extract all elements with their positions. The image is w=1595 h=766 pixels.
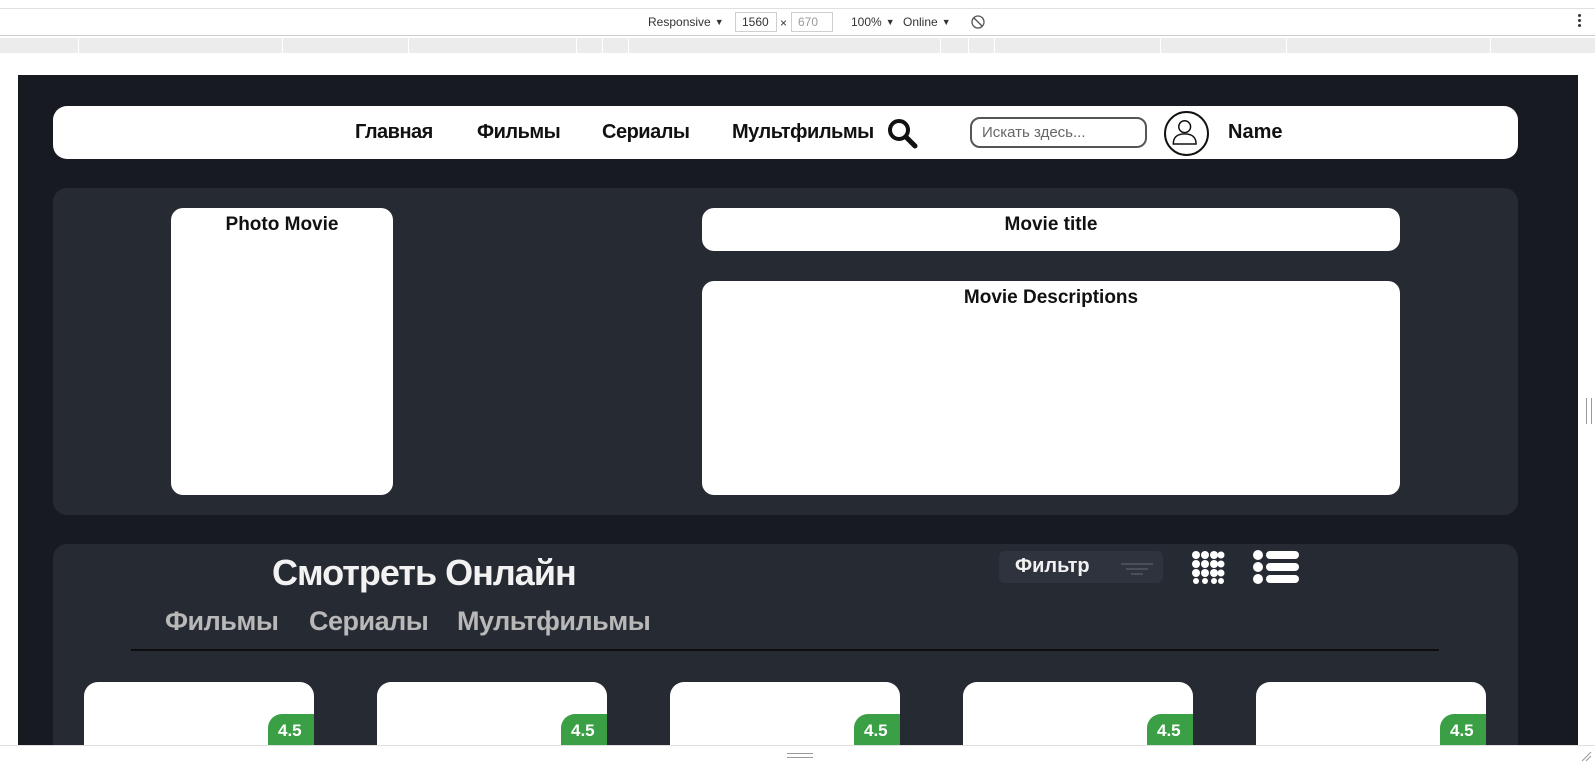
nav-link-cartoons[interactable]: Мультфильмы — [732, 121, 874, 144]
rating-badge: 4.5 — [268, 714, 314, 745]
tab-series[interactable]: Сериалы — [309, 606, 429, 637]
user-icon — [1172, 120, 1197, 145]
movie-card[interactable]: 4.5 — [377, 682, 607, 745]
avatar[interactable] — [1164, 111, 1209, 156]
resize-handle-vertical[interactable] — [1586, 398, 1592, 424]
nav-link-home[interactable]: Главная — [355, 121, 433, 144]
movie-card[interactable]: 4.5 — [963, 682, 1193, 745]
movie-card[interactable]: 4.5 — [1256, 682, 1486, 745]
movie-card[interactable]: 4.5 — [670, 682, 900, 745]
times-separator: × — [780, 16, 788, 30]
chevron-down-icon: ▼ — [714, 17, 724, 27]
network-label: Online — [903, 15, 938, 29]
devtools-toolbar: Responsive ▼ × 100% ▼ Online ▼ — [0, 8, 1595, 36]
list-view-icon[interactable] — [1253, 550, 1299, 584]
section-title: Смотреть Онлайн — [272, 552, 577, 593]
more-options-icon[interactable] — [1578, 14, 1582, 30]
chevron-down-icon: ▼ — [885, 17, 895, 27]
device-select[interactable]: Responsive ▼ — [648, 15, 724, 29]
page-viewport: Главная Фильмы Сериалы Мультфильмы Name … — [18, 75, 1578, 745]
user-name[interactable]: Name — [1228, 121, 1282, 144]
movie-title: Movie title — [702, 208, 1400, 251]
header-nav: Главная Фильмы Сериалы Мультфильмы Name — [53, 106, 1518, 159]
filter-label: Фильтр — [1015, 555, 1090, 577]
grid-view-icon[interactable] — [1191, 550, 1225, 584]
filter-button[interactable]: Фильтр — [999, 551, 1163, 583]
rating-badge: 4.5 — [854, 714, 900, 745]
movie-photo: Photo Movie — [171, 208, 393, 495]
movie-card[interactable]: 4.5 — [84, 682, 314, 745]
device-label: Responsive — [648, 15, 711, 29]
tabs-divider — [131, 649, 1439, 651]
movie-panel: Photo Movie Movie title Movie Descriptio… — [53, 188, 1518, 515]
movie-description: Movie Descriptions — [702, 281, 1400, 495]
nav-link-series[interactable]: Сериалы — [602, 121, 690, 144]
tab-cartoons[interactable]: Мультфильмы — [457, 606, 651, 637]
rating-badge: 4.5 — [1440, 714, 1486, 745]
rating-badge: 4.5 — [561, 714, 607, 745]
nav-link-films[interactable]: Фильмы — [477, 121, 561, 144]
filter-icon — [1121, 563, 1153, 575]
media-query-ruler — [0, 38, 1595, 53]
resize-corner-icon[interactable] — [1580, 750, 1592, 762]
rating-badge: 4.5 — [1147, 714, 1193, 745]
resize-handle-horizontal[interactable] — [787, 753, 813, 758]
network-select[interactable]: Online ▼ — [903, 15, 951, 29]
rotate-icon[interactable] — [970, 14, 986, 30]
tab-films[interactable]: Фильмы — [165, 606, 279, 637]
search-icon[interactable] — [886, 117, 918, 149]
zoom-label: 100% — [851, 15, 882, 29]
chevron-down-icon: ▼ — [941, 17, 951, 27]
height-field[interactable] — [791, 12, 833, 32]
search-input[interactable] — [970, 117, 1147, 148]
zoom-select[interactable]: 100% ▼ — [851, 15, 895, 29]
width-field[interactable] — [735, 12, 777, 32]
